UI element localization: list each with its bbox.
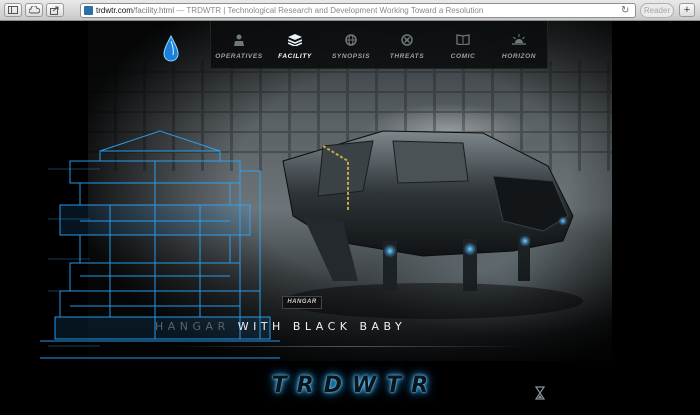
nav-facility[interactable]: FACILITY <box>267 21 323 68</box>
crossed-circle-icon <box>401 34 413 46</box>
share-icon <box>50 6 59 15</box>
nav-operatives[interactable]: OPERATIVES <box>211 21 267 68</box>
nav-horizon-label: HORIZON <box>501 53 537 60</box>
cloud-tabs-button[interactable] <box>25 3 43 17</box>
nav-synopsis[interactable]: SYNOPSIS <box>323 21 379 68</box>
nav-comic[interactable]: COMIC <box>435 21 491 68</box>
url-path: /facility.html <box>132 6 175 15</box>
url-separator: — <box>174 6 187 15</box>
brand-wordmark[interactable]: TRDWTR <box>255 373 455 398</box>
address-bar[interactable]: trdwtr.com/facility.html — TRDWTR | Tech… <box>80 3 636 18</box>
url-domain: trdwtr.com <box>96 6 133 15</box>
plus-icon: + <box>683 4 691 16</box>
operative-icon <box>234 34 244 46</box>
share-button[interactable] <box>46 3 64 17</box>
reload-icon[interactable]: ↻ <box>621 3 629 18</box>
page-title: TRDWTR | Technological Research and Deve… <box>186 6 484 15</box>
new-tab-button[interactable]: + <box>679 3 695 17</box>
nav-comic-label: COMIC <box>450 53 476 60</box>
hourglass-icon[interactable] <box>535 386 545 400</box>
book-icon <box>456 34 470 45</box>
caption-subject: WITH BLACK BABY <box>237 320 407 333</box>
sidebar-button[interactable] <box>4 3 22 17</box>
section-badge: HANGAR <box>282 296 322 309</box>
globe-icon <box>345 34 357 46</box>
page-content: OPERATIVES FACILITY SYNOPSIS THREATS COM… <box>0 21 700 415</box>
reader-button[interactable]: Reader <box>640 3 674 18</box>
layers-icon <box>288 34 302 46</box>
nav-horizon[interactable]: HORIZON <box>491 21 547 68</box>
nav-threats-label: THREATS <box>389 53 425 60</box>
nav-facility-label: FACILITY <box>278 53 312 60</box>
site-favicon-icon <box>84 6 93 15</box>
caption-location: HANGAR <box>155 320 230 333</box>
trdwtr-logo-icon[interactable] <box>162 35 180 63</box>
browser-toolbar: trdwtr.com/facility.html — TRDWTR | Tech… <box>0 0 700 21</box>
divider <box>168 346 528 347</box>
sidebar-icon <box>8 6 18 14</box>
cloud-icon <box>29 6 40 14</box>
nav-operatives-label: OPERATIVES <box>215 53 263 60</box>
nav-threats[interactable]: THREATS <box>379 21 435 68</box>
nav-synopsis-label: SYNOPSIS <box>331 53 371 60</box>
image-caption: HANGAR WITH BLACK BABY <box>155 320 485 334</box>
main-nav: OPERATIVES FACILITY SYNOPSIS THREATS COM… <box>210 21 548 69</box>
sunrise-icon <box>512 34 526 45</box>
